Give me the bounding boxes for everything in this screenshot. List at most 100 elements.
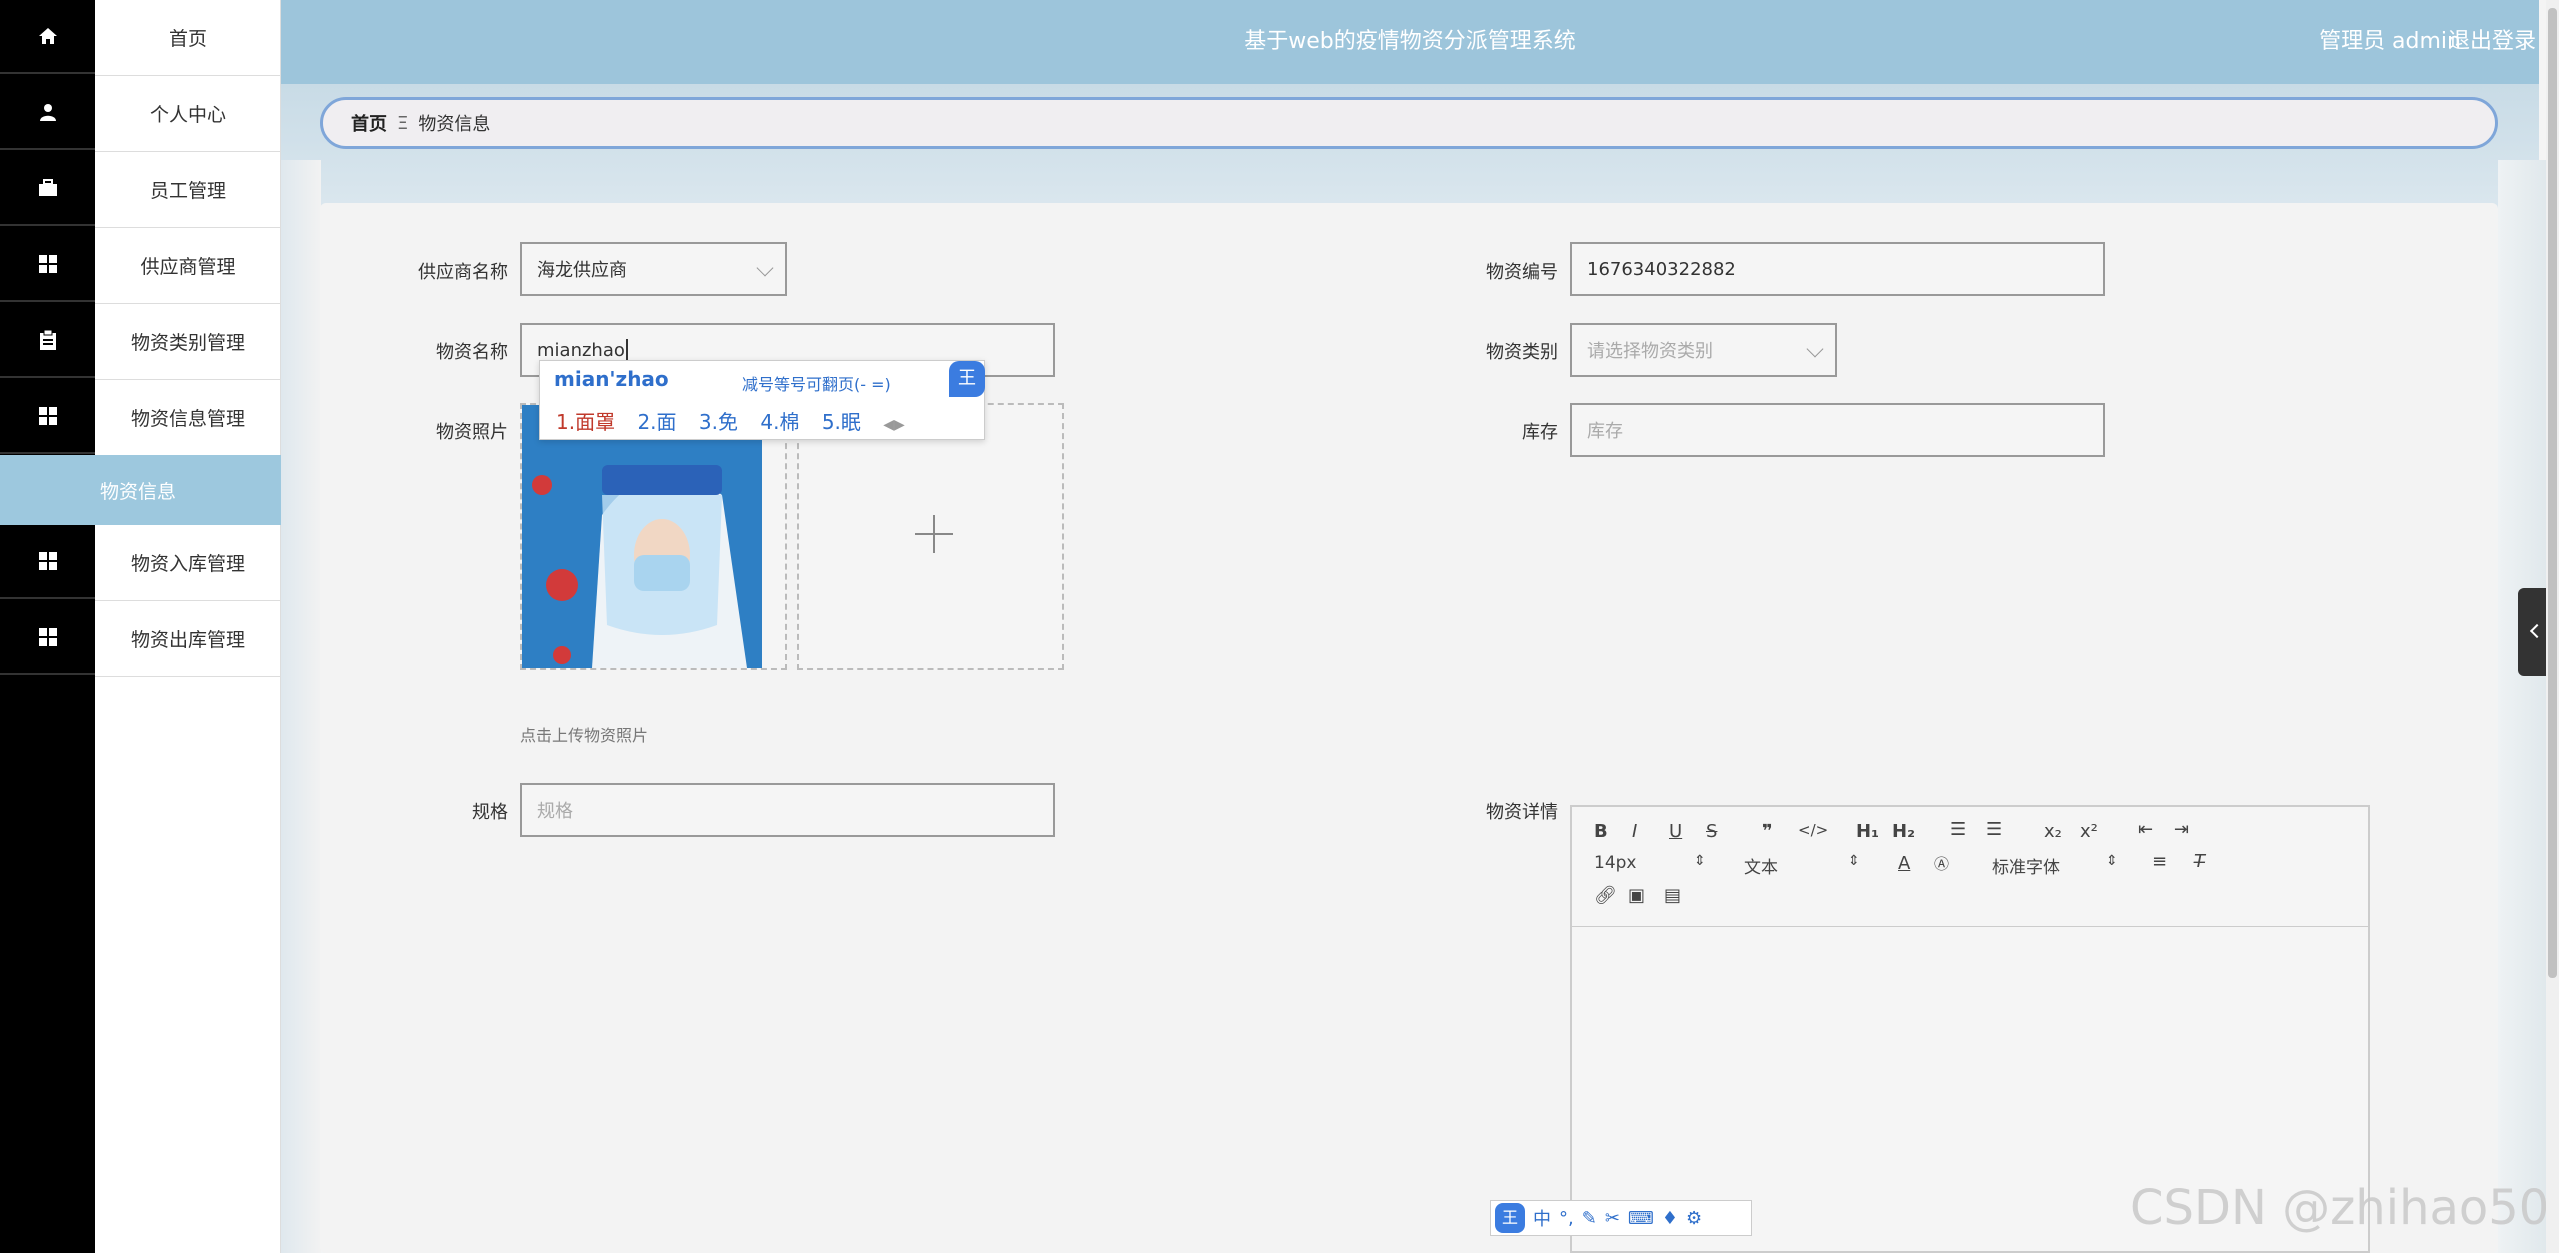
sidebar-item-home[interactable]: 首页 (95, 0, 281, 76)
spec-label: 规格 (472, 802, 508, 823)
indent-icon[interactable]: ⇥ (2174, 819, 2189, 840)
ime-pinyin: mian'zhao (554, 367, 669, 391)
briefcase-icon[interactable] (0, 152, 95, 226)
sidebar-item-staff[interactable]: 员工管理 (95, 152, 281, 228)
icon-strip (0, 0, 95, 1253)
ime-logo: 王 (949, 361, 985, 397)
subscript-icon[interactable]: x₂ (2044, 821, 2062, 842)
chevron-left-icon (2529, 623, 2545, 639)
ime-candidate[interactable]: 3.免 (699, 410, 738, 434)
sidebar-item-supplier[interactable]: 供应商管理 (95, 228, 281, 304)
bullet-list-icon[interactable]: ☰ (1986, 819, 2002, 840)
ime-candidate[interactable]: 4.棉 (760, 410, 799, 434)
ime-candidate-popup: mian'zhao 减号等号可翻页(- =) 1.面罩 2.面 3.免 4.棉 … (539, 360, 985, 440)
app-title: 基于web的疫情物资分派管理系统 (1244, 29, 1576, 54)
user-icon[interactable] (0, 76, 95, 150)
font-size-select[interactable]: 14px (1594, 853, 1636, 873)
ime-mode[interactable]: 中 (1533, 1205, 1551, 1231)
pen-icon[interactable]: ✎ (1582, 1208, 1597, 1229)
outdent-icon[interactable]: ⇤ (2138, 819, 2153, 840)
gear-icon[interactable]: ⚙ (1686, 1208, 1702, 1229)
superscript-icon[interactable]: x² (2080, 821, 2098, 842)
sidebar-item-profile[interactable]: 个人中心 (95, 76, 281, 152)
breadcrumb: 首页 Ξ 物资信息 (320, 97, 2498, 149)
image-icon[interactable]: ▣ (1628, 885, 1645, 906)
breadcrumb-current: 物资信息 (418, 114, 491, 135)
ime-toolbar: 王 中 °, ✎ ✂ ⌨ ♦ ⚙ (1490, 1200, 1752, 1236)
code-input[interactable]: 1676340322882 (1570, 242, 2105, 296)
grid-icon[interactable] (0, 525, 95, 599)
sidebar: 首页 个人中心 员工管理 供应商管理 物资类别管理 物资信息管理 物资入库管理 … (95, 0, 281, 1253)
grid-icon[interactable] (0, 601, 95, 675)
sidebar-item-inbound[interactable]: 物资入库管理 (95, 525, 281, 601)
link-icon[interactable]: 🔗︎ (1594, 885, 1617, 906)
background-edge (281, 160, 321, 1253)
top-header: 基于web的疫情物资分派管理系统 管理员 admin 退出登录 (281, 0, 2539, 84)
plus-icon-vertical (933, 515, 935, 553)
ime-candidates: 1.面罩 2.面 3.免 4.棉 5.眠 ◀▶ (556, 406, 921, 435)
align-icon[interactable]: ≡ (2152, 851, 2167, 872)
category-label: 物资类别 (1486, 342, 1558, 363)
chevron-down-icon (756, 259, 774, 277)
keyboard-icon[interactable]: ⌨ (1628, 1208, 1654, 1229)
format-arrows-icon: ⇕ (1848, 853, 1860, 869)
ordered-list-icon[interactable]: ☰ (1950, 819, 1966, 840)
photo-label: 物资照片 (436, 422, 508, 443)
category-select[interactable]: 请选择物资类别 (1570, 323, 1837, 377)
watermark: CSDN @zhihao501 (2130, 1180, 2559, 1236)
font-size-arrows-icon: ⇕ (1694, 853, 1706, 869)
format-select[interactable]: 文本 (1744, 853, 1778, 878)
sidebar-item-outbound[interactable]: 物资出库管理 (95, 601, 281, 677)
supplier-label: 供应商名称 (418, 262, 508, 283)
clear-format-icon[interactable]: T̶ (2194, 851, 2205, 872)
code-icon[interactable]: </> (1798, 821, 1828, 839)
punctuation-icon[interactable]: °, (1559, 1208, 1574, 1229)
stock-input[interactable]: 库存 (1570, 403, 2105, 457)
ime-logo[interactable]: 王 (1495, 1203, 1525, 1233)
code-label: 物资编号 (1486, 262, 1558, 283)
shirt-icon[interactable]: ♦ (1662, 1208, 1678, 1229)
sidebar-subitem-material-info[interactable]: 物资信息 (0, 455, 281, 525)
blockquote-icon[interactable]: ❞ (1762, 821, 1773, 842)
category-placeholder: 请选择物资类别 (1587, 341, 1713, 362)
current-user: 管理员 admin (2319, 29, 2461, 54)
strike-icon[interactable]: S (1706, 821, 1717, 842)
photo-upload-button[interactable] (797, 403, 1064, 670)
logout-link[interactable]: 退出登录 (2448, 0, 2536, 84)
h1-icon[interactable]: H₁ (1856, 821, 1879, 842)
text-caret (625, 339, 628, 361)
clipboard-icon[interactable] (0, 304, 95, 378)
sidebar-item-category[interactable]: 物资类别管理 (95, 304, 281, 380)
editor-toolbar: B I U S ❞ </> H₁ H₂ ☰ ☰ x₂ x² ⇤ ⇥ 14px ⇕… (1572, 807, 2368, 927)
stock-label: 库存 (1522, 422, 1558, 443)
h2-icon[interactable]: H₂ (1892, 821, 1915, 842)
ime-candidate[interactable]: 1.面罩 (556, 410, 615, 434)
home-icon[interactable] (0, 0, 95, 74)
font-color-icon[interactable]: A (1898, 853, 1910, 874)
supplier-select[interactable]: 海龙供应商 (520, 242, 787, 296)
italic-icon[interactable]: I (1632, 821, 1637, 842)
video-icon[interactable]: ▤ (1664, 885, 1681, 906)
sidebar-item-material[interactable]: 物资信息管理 (95, 380, 281, 456)
breadcrumb-home[interactable]: 首页 (351, 110, 387, 136)
font-family-select[interactable]: 标准字体 (1992, 853, 2060, 878)
scrollbar-thumb[interactable] (2548, 8, 2557, 978)
scissors-icon[interactable]: ✂ (1605, 1208, 1620, 1229)
spec-placeholder: 规格 (537, 801, 573, 822)
ime-hint: 减号等号可翻页(- =) (742, 375, 891, 394)
supplier-value: 海龙供应商 (537, 260, 627, 281)
grid-icon[interactable] (0, 380, 95, 454)
ime-page-arrows-icon[interactable]: ◀▶ (883, 417, 905, 433)
photo-uploaded[interactable] (520, 403, 787, 670)
ime-candidate[interactable]: 2.面 (637, 410, 676, 434)
grid-icon[interactable] (0, 228, 95, 302)
ime-candidate[interactable]: 5.眠 (822, 410, 861, 434)
spec-input[interactable]: 规格 (520, 783, 1055, 837)
underline-icon[interactable]: U (1669, 821, 1682, 842)
name-label: 物资名称 (436, 342, 508, 363)
name-value: mianzhao (537, 339, 625, 361)
bold-icon[interactable]: B (1594, 821, 1608, 842)
upload-hint: 点击上传物资照片 (520, 726, 649, 745)
chevron-down-icon (1806, 340, 1824, 358)
background-color-icon[interactable]: Ⓐ (1934, 853, 1949, 874)
